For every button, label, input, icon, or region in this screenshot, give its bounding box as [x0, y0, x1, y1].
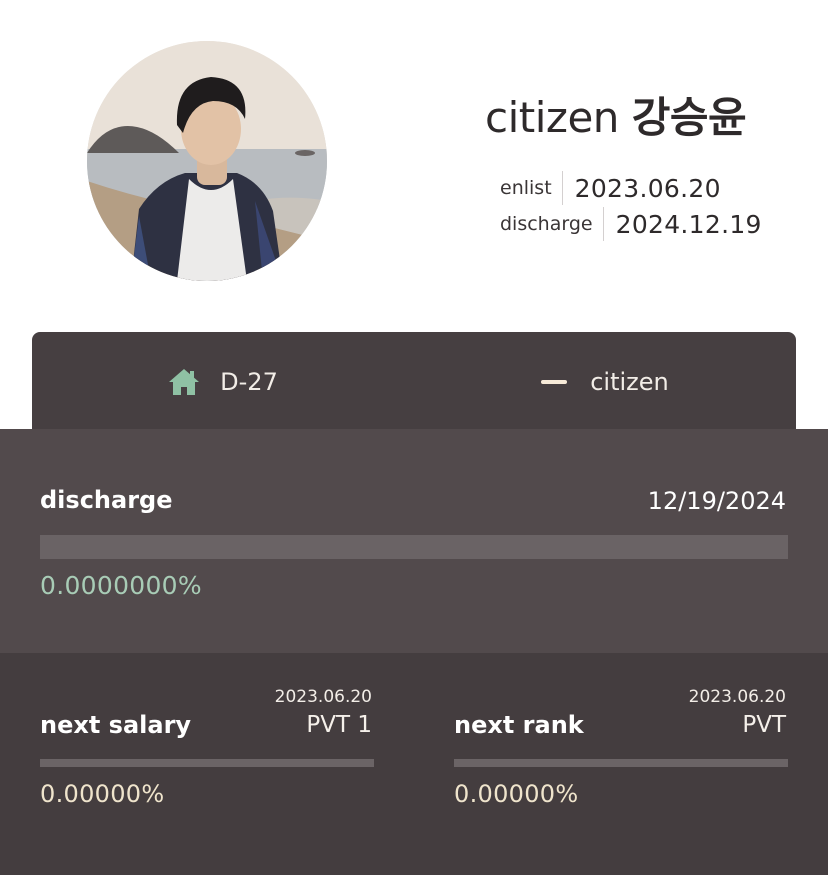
rank-prefix: citizen	[485, 93, 619, 142]
tab-rank-label: citizen	[590, 368, 669, 396]
dash-icon	[541, 380, 568, 384]
next-rank-value: PVT	[742, 712, 786, 738]
next-rank-percent: 0.00000%	[454, 780, 579, 808]
divider	[602, 207, 604, 241]
next-salary-date: 2023.06.20	[274, 687, 372, 707]
stats-panel: 2023.06.20 next salary PVT 1 0.00000% 20…	[0, 653, 828, 875]
enlist-label: enlist	[500, 177, 552, 199]
enlist-date: 2023.06.20	[574, 173, 721, 203]
enlist-row: enlist 2023.06.20	[500, 170, 762, 206]
tab-d-day-label: D-27	[220, 368, 278, 396]
discharge-title: discharge	[40, 486, 173, 514]
next-rank-title: next rank	[454, 711, 584, 739]
next-rank-card: 2023.06.20 next rank PVT 0.00000%	[454, 653, 788, 875]
discharge-progress-bar	[40, 535, 788, 559]
profile-name: citizen 강승윤	[485, 84, 785, 145]
discharge-label: discharge	[500, 213, 593, 235]
tab-bar: D-27 citizen	[32, 332, 796, 432]
next-salary-progress-bar	[40, 759, 374, 767]
next-salary-value: PVT 1	[306, 712, 372, 738]
profile-header: citizen 강승윤 enlist 2023.06.20 discharge …	[0, 0, 828, 332]
next-salary-card: 2023.06.20 next salary PVT 1 0.00000%	[40, 653, 374, 875]
avatar[interactable]	[87, 41, 327, 281]
service-dates: enlist 2023.06.20 discharge 2024.12.19	[500, 170, 762, 242]
discharge-target-date: 12/19/2024	[647, 487, 786, 515]
tab-rank[interactable]: citizen	[414, 332, 796, 432]
divider	[561, 171, 563, 205]
avatar-photo	[87, 41, 327, 281]
next-rank-progress-bar	[454, 759, 788, 767]
discharge-percent: 0.0000000%	[40, 571, 202, 600]
next-salary-title: next salary	[40, 711, 192, 739]
tab-d-day[interactable]: D-27	[32, 332, 414, 432]
home-icon	[169, 369, 200, 395]
person-name: 강승윤	[631, 93, 747, 142]
next-salary-percent: 0.00000%	[40, 780, 165, 808]
discharge-date: 2024.12.19	[615, 209, 762, 239]
discharge-row: discharge 2024.12.19	[500, 206, 762, 242]
next-rank-date: 2023.06.20	[688, 687, 786, 707]
discharge-progress-panel: discharge 12/19/2024 0.0000000%	[0, 429, 828, 653]
